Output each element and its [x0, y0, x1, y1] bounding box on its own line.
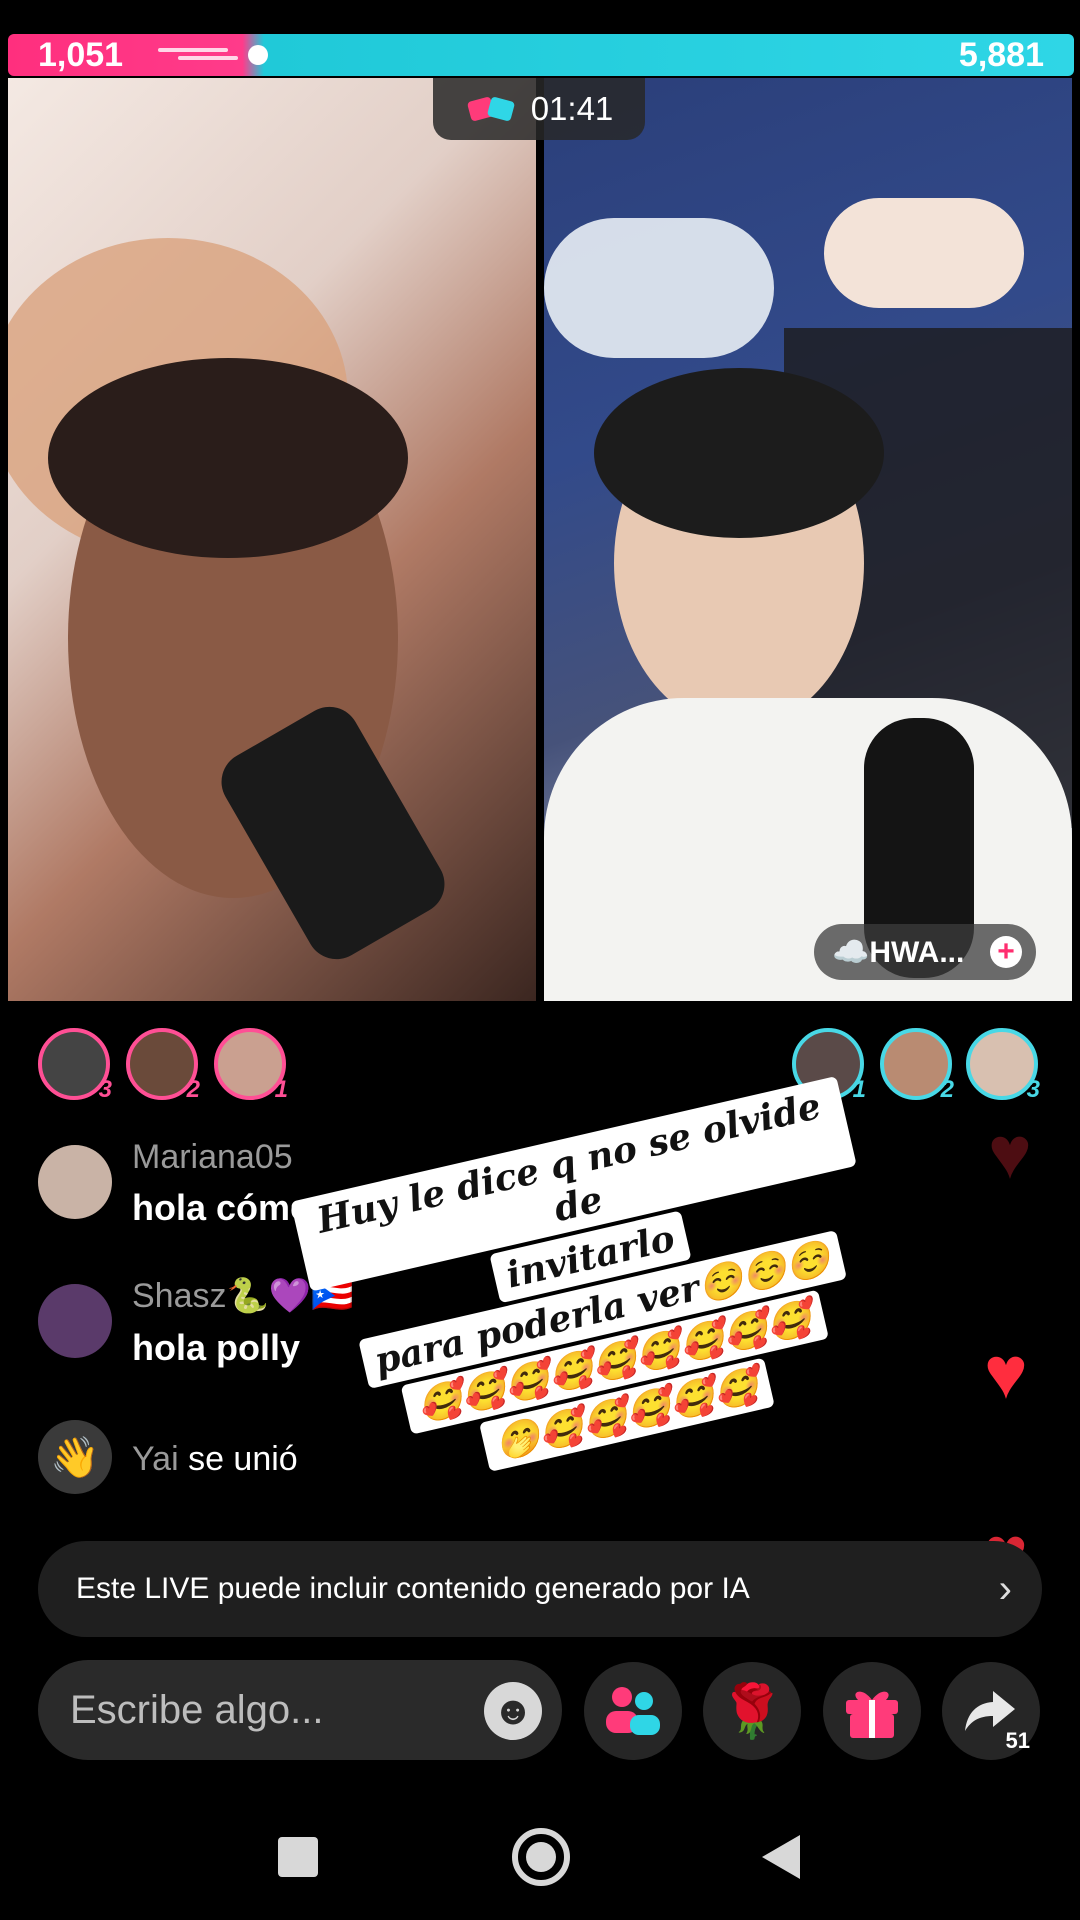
supporter-rank: 1	[274, 1076, 288, 1103]
guests-button[interactable]	[584, 1662, 682, 1760]
chevron-right-icon: ›	[998, 1567, 1012, 1611]
supporter-rank: 2	[940, 1076, 954, 1103]
chat-message: hola polly	[132, 1327, 301, 1368]
rose-gift-icon: 🌹	[719, 1682, 785, 1741]
left-host-hair	[48, 358, 408, 558]
battle-timer: 01:41	[433, 78, 645, 140]
rose-gift-button[interactable]: 🌹	[703, 1662, 801, 1760]
overlay-caption: Huy le dice q no se olvide de invitarlo …	[290, 1074, 906, 1504]
supporter-rank: 1	[852, 1076, 866, 1103]
gift-icon	[846, 1691, 898, 1738]
supporter-rank: 3	[98, 1076, 112, 1103]
recent-apps-button[interactable]	[278, 1837, 318, 1877]
join-notice: Yai se unió	[132, 1440, 298, 1479]
battle-score-bar: 1,051 5,881	[8, 34, 1074, 76]
supporter-rank: 2	[186, 1076, 200, 1103]
gift-button[interactable]	[823, 1662, 921, 1760]
supporter-rank: 3	[1026, 1076, 1040, 1103]
chat-avatar[interactable]	[38, 1284, 112, 1358]
host-name: ☁️HWA...	[832, 935, 965, 969]
join-text: se unió	[188, 1440, 298, 1478]
cloud-lamp	[544, 218, 774, 358]
left-host-video[interactable]	[8, 78, 536, 1001]
supporter-avatar[interactable]: 1	[214, 1028, 288, 1103]
share-count: 51	[1005, 1728, 1030, 1753]
supporter-avatar[interactable]: 3	[38, 1028, 112, 1103]
share-button[interactable]: 51	[942, 1662, 1040, 1760]
wave-hand-icon: 👋	[38, 1420, 112, 1494]
timer-text: 01:41	[530, 90, 614, 127]
battle-icon	[467, 97, 514, 121]
ai-banner-text: Este LIVE puede incluir contenido genera…	[76, 1572, 750, 1605]
right-host-hair	[594, 368, 884, 538]
right-host-video[interactable]	[544, 78, 1072, 1001]
supporter-avatar[interactable]: 2	[126, 1028, 200, 1103]
home-dot	[526, 1842, 556, 1872]
supporter-avatar[interactable]: 2	[880, 1028, 954, 1103]
emoji-icon[interactable]: ☻	[484, 1682, 542, 1740]
guests-icon	[606, 1687, 660, 1735]
chat-username[interactable]: Mariana05	[132, 1138, 293, 1177]
heart-icon: ♥	[984, 1331, 1028, 1414]
back-button[interactable]	[760, 1833, 802, 1881]
cloud-lamp	[824, 198, 1024, 308]
streak-icon	[158, 45, 268, 65]
heart-icon: ♥	[988, 1111, 1032, 1194]
join-username[interactable]: Yai	[132, 1440, 179, 1478]
ai-content-banner[interactable]: Este LIVE puede incluir contenido genera…	[38, 1541, 1042, 1637]
host-name-tag[interactable]: ☁️HWA... +	[814, 924, 1036, 980]
left-team-score: 1,051	[38, 36, 124, 74]
supporter-avatar[interactable]: 3	[966, 1028, 1040, 1103]
right-team-score: 5,881	[958, 36, 1044, 74]
follow-button[interactable]: +	[990, 936, 1022, 968]
home-button[interactable]	[512, 1828, 570, 1886]
chat-avatar[interactable]	[38, 1145, 112, 1219]
